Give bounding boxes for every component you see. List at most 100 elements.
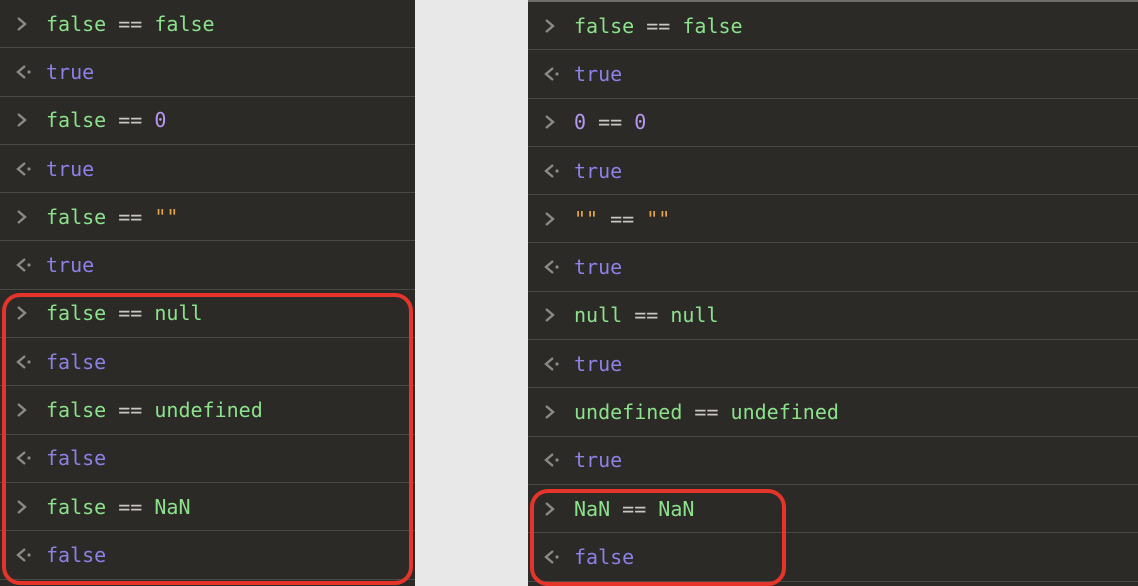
chevron-left-dot-icon [16, 65, 32, 79]
chevron-right-icon [544, 19, 560, 33]
code-token: null [154, 301, 202, 325]
chevron-left-dot-icon [544, 357, 560, 371]
console-input-row: 0 == 0 [528, 99, 1138, 147]
code-token: true [574, 448, 622, 472]
code-token: false [682, 14, 742, 38]
code-token: NaN [154, 495, 190, 519]
code-token: true [574, 255, 622, 279]
console-output-row: false [0, 338, 415, 386]
code-token: false [46, 301, 106, 325]
code-token: true [46, 157, 94, 181]
pane-divider [415, 0, 528, 586]
code-token: null [670, 303, 718, 327]
console-output-row: false [0, 435, 415, 483]
console-output-row: false [0, 531, 415, 579]
console-input-code: null == null [574, 303, 719, 327]
code-token: == [106, 398, 154, 422]
code-token: == [106, 301, 154, 325]
console-output-value: true [574, 255, 622, 279]
chevron-left-dot-icon [16, 162, 32, 176]
code-token: false [46, 205, 106, 229]
console-input-code: NaN == NaN [574, 497, 694, 521]
console-output-value: false [46, 350, 106, 374]
chevron-left-dot-icon [544, 550, 560, 564]
code-token: null [574, 303, 622, 327]
chevron-right-icon [16, 113, 32, 127]
console-pane-right[interactable]: false == false true 0 == 0 true "" == "" true… [528, 0, 1138, 586]
console-input-code: false == false [574, 14, 743, 38]
chevron-left-dot-icon [544, 67, 560, 81]
code-token: == [634, 14, 682, 38]
code-token: NaN [574, 497, 610, 521]
chevron-left-dot-icon [16, 451, 32, 465]
console-output-value: true [574, 159, 622, 183]
chevron-right-icon [544, 212, 560, 226]
console-output-value: false [46, 543, 106, 567]
code-token: == [610, 497, 658, 521]
console-input-code: "" == "" [574, 207, 670, 231]
code-token: undefined [731, 400, 839, 424]
code-token: true [574, 159, 622, 183]
chevron-left-dot-icon [16, 548, 32, 562]
code-token: 0 [634, 110, 646, 134]
console-input-code: 0 == 0 [574, 110, 646, 134]
console-input-row: false == "" [0, 193, 415, 241]
console-output-value: true [574, 448, 622, 472]
console-input-row: false == 0 [0, 97, 415, 145]
code-token: undefined [574, 400, 682, 424]
console-input-row: false == NaN [0, 483, 415, 531]
code-token: false [46, 398, 106, 422]
console-pane-left[interactable]: false == false true false == 0 true false ==… [0, 0, 415, 586]
console-output-row: false [528, 533, 1138, 581]
console-input-row: false == false [528, 2, 1138, 50]
code-token: 0 [154, 108, 166, 132]
code-token: false [46, 543, 106, 567]
console-output-row: true [528, 243, 1138, 291]
console-input-code: false == undefined [46, 398, 263, 422]
chevron-left-dot-icon [16, 258, 32, 272]
console-input-code: false == "" [46, 205, 178, 229]
code-token: true [574, 62, 622, 86]
chevron-right-icon [16, 210, 32, 224]
code-token: false [46, 350, 106, 374]
code-token: undefined [154, 398, 262, 422]
code-token: false [46, 108, 106, 132]
code-token: "" [574, 207, 598, 231]
code-token: false [46, 12, 106, 36]
console-output-value: true [46, 253, 94, 277]
console-output-value: false [46, 446, 106, 470]
console-output-value: true [574, 62, 622, 86]
console-output-value: true [46, 60, 94, 84]
code-token: == [106, 205, 154, 229]
code-token: "" [154, 205, 178, 229]
code-token: == [598, 207, 646, 231]
console-output-row: true [528, 437, 1138, 485]
code-token: 0 [574, 110, 586, 134]
chevron-right-icon [16, 403, 32, 417]
code-token: == [622, 303, 670, 327]
console-output-row: true [528, 50, 1138, 98]
console-input-row: false == false [0, 0, 415, 48]
console-output-row: true [528, 147, 1138, 195]
chevron-right-icon [16, 17, 32, 31]
code-token: == [682, 400, 730, 424]
console-input-row: undefined == undefined [528, 388, 1138, 436]
console-output-row: true [0, 241, 415, 289]
console-output-row: true [0, 145, 415, 193]
code-token: NaN [658, 497, 694, 521]
console-input-code: false == NaN [46, 495, 191, 519]
code-token: == [586, 110, 634, 134]
code-token: == [106, 108, 154, 132]
chevron-right-icon [544, 405, 560, 419]
console-output-row: true [0, 48, 415, 96]
code-token: == [106, 495, 154, 519]
chevron-left-dot-icon [544, 260, 560, 274]
chevron-right-icon [544, 502, 560, 516]
console-output-value: false [574, 545, 634, 569]
console-input-code: false == null [46, 301, 203, 325]
chevron-right-icon [16, 306, 32, 320]
console-input-code: false == 0 [46, 108, 166, 132]
console-input-row: false == undefined [0, 386, 415, 434]
console-output-value: true [46, 157, 94, 181]
code-token: "" [646, 207, 670, 231]
